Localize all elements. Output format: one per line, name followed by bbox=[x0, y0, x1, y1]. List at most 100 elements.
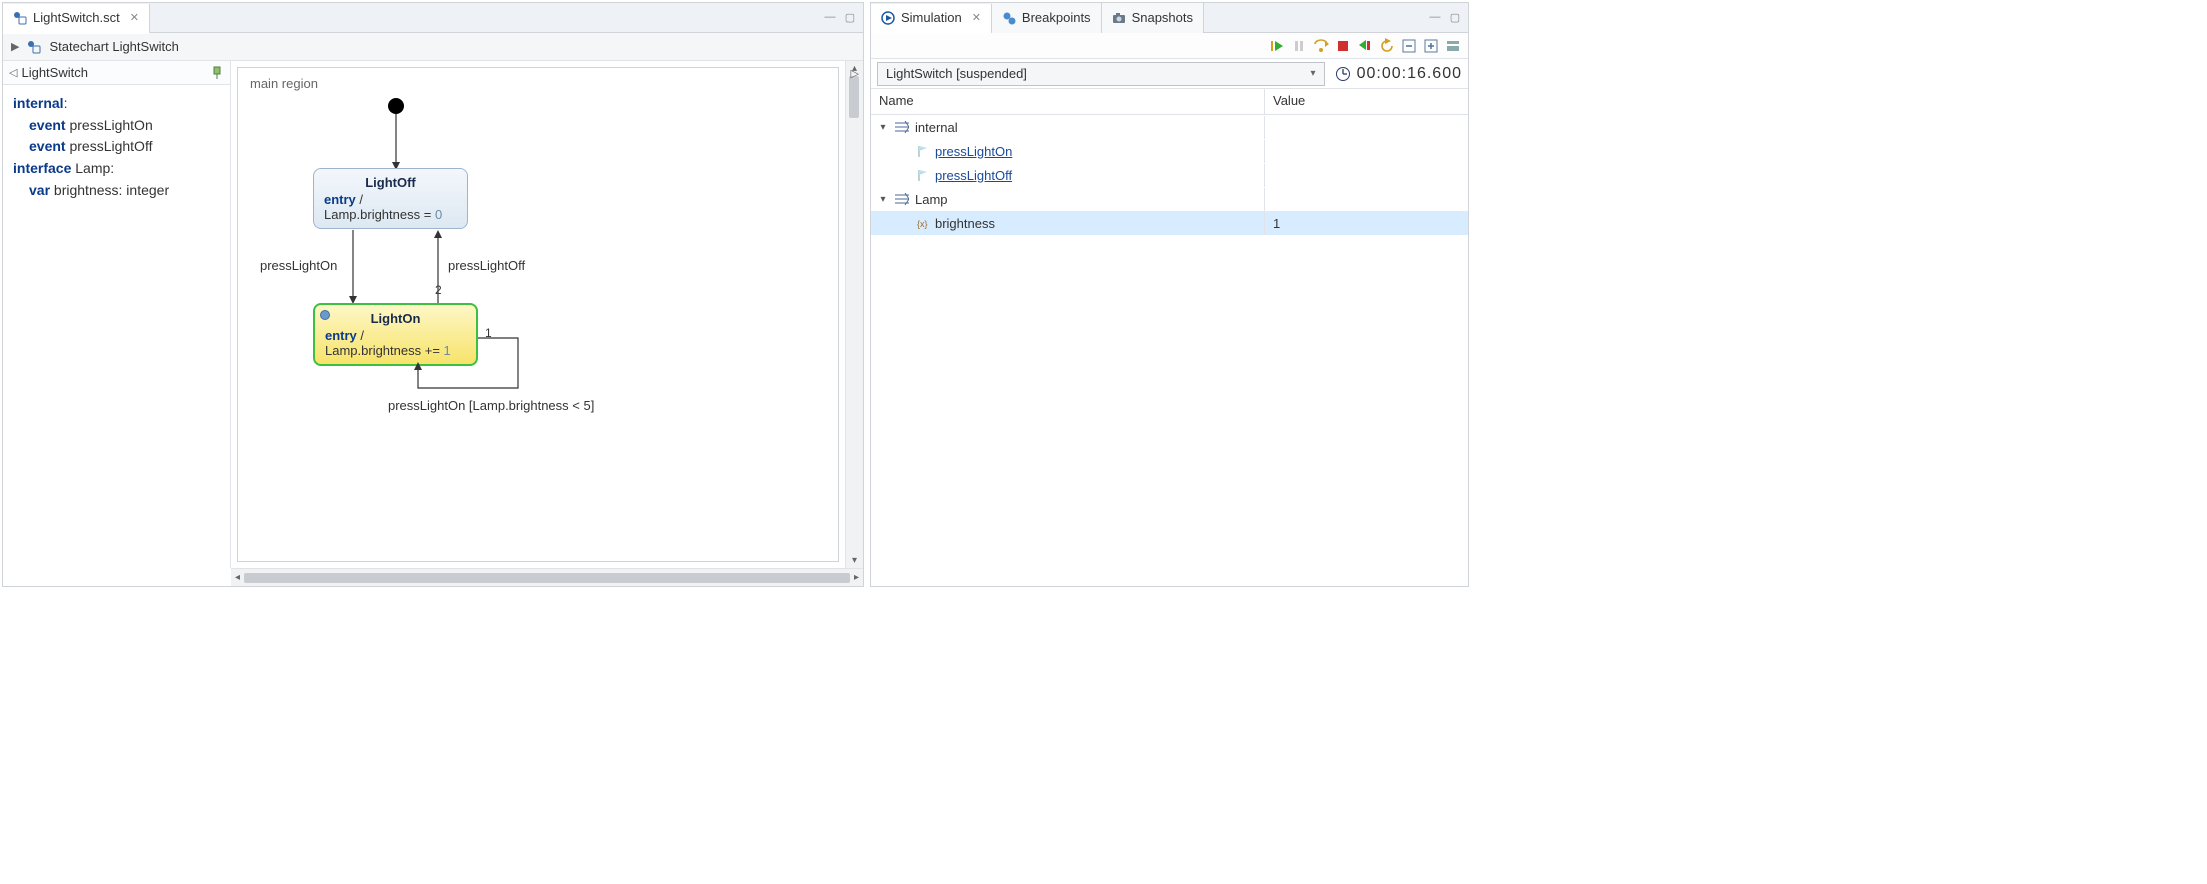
resume-button[interactable] bbox=[1268, 37, 1286, 55]
scroll-down-icon[interactable]: ▾ bbox=[852, 555, 857, 566]
tab-simulation[interactable]: Simulation ✕ bbox=[871, 4, 992, 34]
transition-label-self: pressLightOn [Lamp.brightness < 5] bbox=[388, 398, 594, 413]
editor-pane: LightSwitch.sct ✕ — ▢ ▶ Statechart Light… bbox=[2, 2, 864, 587]
tab-breakpoints[interactable]: Breakpoints bbox=[992, 3, 1102, 33]
maximize-icon[interactable]: ▢ bbox=[843, 11, 857, 24]
clock-value: 00:00:16.600 bbox=[1357, 65, 1462, 83]
event-press-light-off[interactable]: pressLightOff bbox=[871, 163, 1468, 187]
sim-toolbar bbox=[871, 33, 1468, 59]
step-over-button[interactable] bbox=[1312, 37, 1330, 55]
event-link[interactable]: pressLightOn bbox=[935, 144, 1012, 159]
clock-icon bbox=[1335, 66, 1351, 82]
simulation-pane: Simulation ✕ Breakpoints Snapshots — ▢ bbox=[870, 2, 1469, 587]
svg-text:{x}: {x} bbox=[917, 219, 928, 229]
column-value[interactable]: Value bbox=[1265, 89, 1468, 114]
sim-tabbar: Simulation ✕ Breakpoints Snapshots — ▢ bbox=[871, 3, 1468, 33]
tab-label: Simulation bbox=[901, 10, 962, 25]
minimize-icon[interactable]: — bbox=[1428, 11, 1442, 24]
chevron-right-icon: ▶ bbox=[11, 40, 19, 53]
breadcrumb[interactable]: ▶ Statechart LightSwitch bbox=[3, 33, 863, 61]
horizontal-scrollbar[interactable]: ◂ ▸ bbox=[231, 568, 863, 586]
triangle-left-icon: ◁ bbox=[9, 66, 17, 79]
variable-name: brightness bbox=[935, 216, 995, 231]
sim-clock: 00:00:16.600 bbox=[1335, 65, 1462, 83]
editor-tabbar: LightSwitch.sct ✕ — ▢ bbox=[3, 3, 863, 33]
transition-label-press-off: pressLightOff bbox=[448, 258, 525, 273]
tab-label: LightSwitch.sct bbox=[33, 10, 120, 25]
vertical-scrollbar[interactable]: ▴ ▾ bbox=[845, 61, 863, 568]
state-lightoff[interactable]: LightOff entry / Lamp.brightness = 0 bbox=[313, 168, 468, 229]
triangle-right-icon: ▷ bbox=[851, 67, 859, 80]
statechart-file-icon bbox=[13, 11, 27, 25]
maximize-icon[interactable]: ▢ bbox=[1448, 11, 1462, 24]
column-name[interactable]: Name bbox=[871, 89, 1265, 114]
terminate-button[interactable] bbox=[1334, 37, 1352, 55]
sim-window-controls: — ▢ bbox=[1428, 11, 1468, 24]
region-label: main region bbox=[250, 76, 318, 91]
scroll-thumb[interactable] bbox=[849, 76, 859, 118]
definition-title: LightSwitch bbox=[21, 65, 87, 80]
instance-combo[interactable]: LightSwitch [suspended] ▾ bbox=[877, 62, 1325, 86]
breakpoint-badge-icon[interactable] bbox=[320, 310, 330, 320]
breadcrumb-label: Statechart LightSwitch bbox=[49, 39, 178, 54]
statechart-diagram[interactable]: main region LightOff entry / Lamp.bright… bbox=[237, 67, 839, 562]
interface-icon bbox=[895, 193, 909, 205]
scope-label: internal bbox=[915, 120, 958, 135]
pause-button[interactable] bbox=[1290, 37, 1308, 55]
transition-priority-1: 1 bbox=[485, 326, 492, 340]
transition-priority-2: 2 bbox=[435, 283, 442, 297]
initial-state-icon[interactable] bbox=[388, 98, 404, 114]
expand-all-button[interactable] bbox=[1422, 37, 1440, 55]
state-title: LightOn bbox=[325, 311, 466, 326]
restart-button[interactable] bbox=[1378, 37, 1396, 55]
tab-snapshots[interactable]: Snapshots bbox=[1102, 3, 1204, 33]
transition-label-press-on: pressLightOn bbox=[260, 258, 337, 273]
step-back-button[interactable] bbox=[1356, 37, 1374, 55]
variables-header: Name Value bbox=[871, 89, 1468, 115]
chevron-down-icon: ▾ bbox=[1311, 68, 1316, 79]
chevron-down-icon[interactable]: ▾ bbox=[877, 122, 889, 133]
variable-brightness[interactable]: {x} brightness 1 bbox=[871, 211, 1468, 235]
scroll-thumb[interactable] bbox=[244, 573, 850, 583]
view-menu-button[interactable] bbox=[1444, 37, 1462, 55]
scroll-left-icon[interactable]: ◂ bbox=[235, 572, 240, 583]
diagram-area: main region LightOff entry / Lamp.bright… bbox=[231, 61, 863, 568]
event-link[interactable]: pressLightOff bbox=[935, 168, 1012, 183]
transition-press-on[interactable] bbox=[348, 230, 358, 310]
definition-code[interactable]: internal: event pressLightOn event press… bbox=[3, 85, 230, 209]
scope-label: Lamp bbox=[915, 192, 948, 207]
play-circle-icon bbox=[881, 11, 895, 25]
close-icon[interactable]: ✕ bbox=[972, 11, 981, 24]
editor-window-controls: — ▢ bbox=[823, 11, 863, 24]
flag-icon bbox=[917, 145, 929, 157]
definition-section: ◁ LightSwitch internal: event pressLight… bbox=[3, 61, 231, 568]
tab-lightswitch-sct[interactable]: LightSwitch.sct ✕ bbox=[3, 4, 150, 34]
combo-value: LightSwitch [suspended] bbox=[886, 66, 1027, 81]
variable-icon: {x} bbox=[917, 217, 929, 229]
scope-lamp[interactable]: ▾ Lamp bbox=[871, 187, 1468, 211]
scroll-right-icon[interactable]: ▸ bbox=[854, 572, 859, 583]
event-press-light-on[interactable]: pressLightOn bbox=[871, 139, 1468, 163]
statechart-icon bbox=[27, 40, 41, 54]
flag-icon bbox=[917, 169, 929, 181]
tab-label: Breakpoints bbox=[1022, 10, 1091, 25]
editor-split: ◁ LightSwitch internal: event pressLight… bbox=[3, 61, 863, 568]
breakpoints-icon bbox=[1002, 11, 1016, 25]
transition-initial bbox=[395, 114, 397, 174]
camera-icon bbox=[1112, 11, 1126, 25]
variables-table: ▾ internal pressLightOn pressLightOff bbox=[871, 115, 1468, 586]
collapse-all-button[interactable] bbox=[1400, 37, 1418, 55]
definition-header[interactable]: ◁ LightSwitch bbox=[3, 61, 230, 85]
chevron-down-icon[interactable]: ▾ bbox=[877, 194, 889, 205]
close-icon[interactable]: ✕ bbox=[130, 11, 139, 24]
minimize-icon[interactable]: — bbox=[823, 11, 837, 24]
sim-status-row: LightSwitch [suspended] ▾ 00:00:16.600 bbox=[871, 59, 1468, 89]
tab-label: Snapshots bbox=[1132, 10, 1193, 25]
state-title: LightOff bbox=[324, 175, 457, 190]
interface-icon bbox=[895, 121, 909, 133]
pin-icon[interactable] bbox=[210, 66, 224, 80]
state-lighton[interactable]: LightOn entry / Lamp.brightness += 1 bbox=[313, 303, 478, 366]
app-root: LightSwitch.sct ✕ — ▢ ▶ Statechart Light… bbox=[0, 0, 1471, 589]
variable-value[interactable]: 1 bbox=[1265, 212, 1468, 235]
scope-internal[interactable]: ▾ internal bbox=[871, 115, 1468, 139]
